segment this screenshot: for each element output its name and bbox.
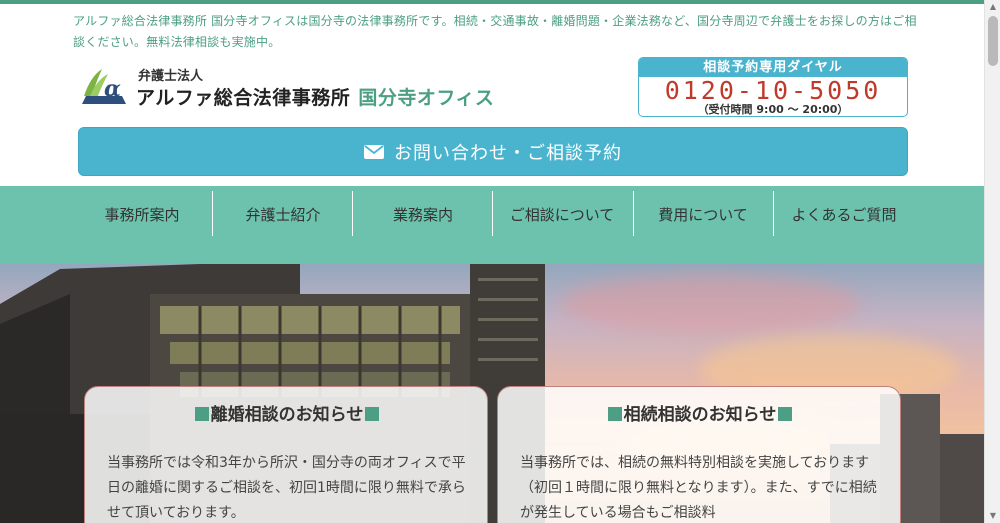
phone-box-title: 相談予約専用ダイヤル (639, 58, 907, 77)
contact-reservation-button[interactable]: お問い合わせ・ご相談予約 (78, 127, 908, 176)
square-bullet-icon (194, 407, 209, 421)
notice-title: 離婚相談のお知らせ (107, 402, 467, 428)
phone-hours: （受付時間 9:00 ～ 20:00） (697, 103, 849, 116)
logo-subtitle: 弁護士法人 (138, 69, 204, 84)
nav-item-fees[interactable]: 費用について (633, 186, 773, 264)
square-bullet-icon (365, 407, 380, 421)
notice-body: 当事務所では令和3年から所沢・国分寺の両オフィスで平日の離婚に関するご相談を、初… (107, 455, 466, 521)
inheritance-notice-card: 相続相談のお知らせ 当事務所では、相続の無料特別相談を実施しております（初回１時… (497, 386, 901, 523)
nav-item-services[interactable]: 業務案内 (353, 186, 493, 264)
svg-text:α: α (104, 76, 121, 102)
logo-mark-icon: α (82, 69, 126, 104)
divorce-notice-card: 離婚相談のお知らせ 当事務所では令和3年から所沢・国分寺の両オフィスで平日の離婚… (84, 386, 488, 523)
main-navigation: 事務所案内 弁護士紹介 業務案内 ご相談について 費用について よくあるご質問 (0, 186, 984, 264)
phone-reservation-box[interactable]: 相談予約専用ダイヤル 0120-10-5050 （受付時間 9:00 ～ 20:… (638, 57, 908, 117)
intro-text: アルファ総合法律事務所 国分寺オフィスは国分寺の法律事務所です。相続・交通事故・… (73, 14, 917, 49)
square-bullet-icon (778, 407, 793, 421)
logo-office-name: 国分寺オフィス (358, 87, 495, 109)
nav-item-office[interactable]: 事務所案内 (72, 186, 212, 264)
nav-separator (773, 191, 774, 236)
notice-body: 当事務所では、相続の無料特別相談を実施しております（初回１時間に限り無料となりま… (520, 455, 877, 521)
vertical-scrollbar[interactable]: ▲ ▼ (984, 0, 1000, 523)
nav-separator (492, 191, 493, 236)
logo-firm-name: アルファ総合法律事務所 (136, 87, 351, 109)
scroll-down-arrow-icon[interactable]: ▼ (985, 509, 1000, 523)
mail-icon (364, 144, 384, 159)
notice-title: 相続相談のお知らせ (520, 402, 880, 428)
scrollbar-thumb[interactable] (988, 16, 998, 66)
nav-item-consultation[interactable]: ご相談について (495, 186, 629, 264)
site-logo[interactable]: α 弁護士法人 アルファ総合法律事務所 国分寺オフィス (78, 64, 498, 112)
nav-item-lawyers[interactable]: 弁護士紹介 (213, 186, 353, 264)
square-bullet-icon (607, 407, 622, 421)
logo-title: アルファ総合法律事務所 国分寺オフィス (136, 83, 494, 110)
scroll-up-arrow-icon[interactable]: ▲ (985, 0, 1000, 14)
nav-item-faq[interactable]: よくあるご質問 (777, 186, 911, 264)
phone-number[interactable]: 0120-10-5050 (639, 77, 907, 104)
top-accent-stripe (0, 0, 984, 4)
contact-button-label: お問い合わせ・ご相談予約 (394, 142, 622, 164)
